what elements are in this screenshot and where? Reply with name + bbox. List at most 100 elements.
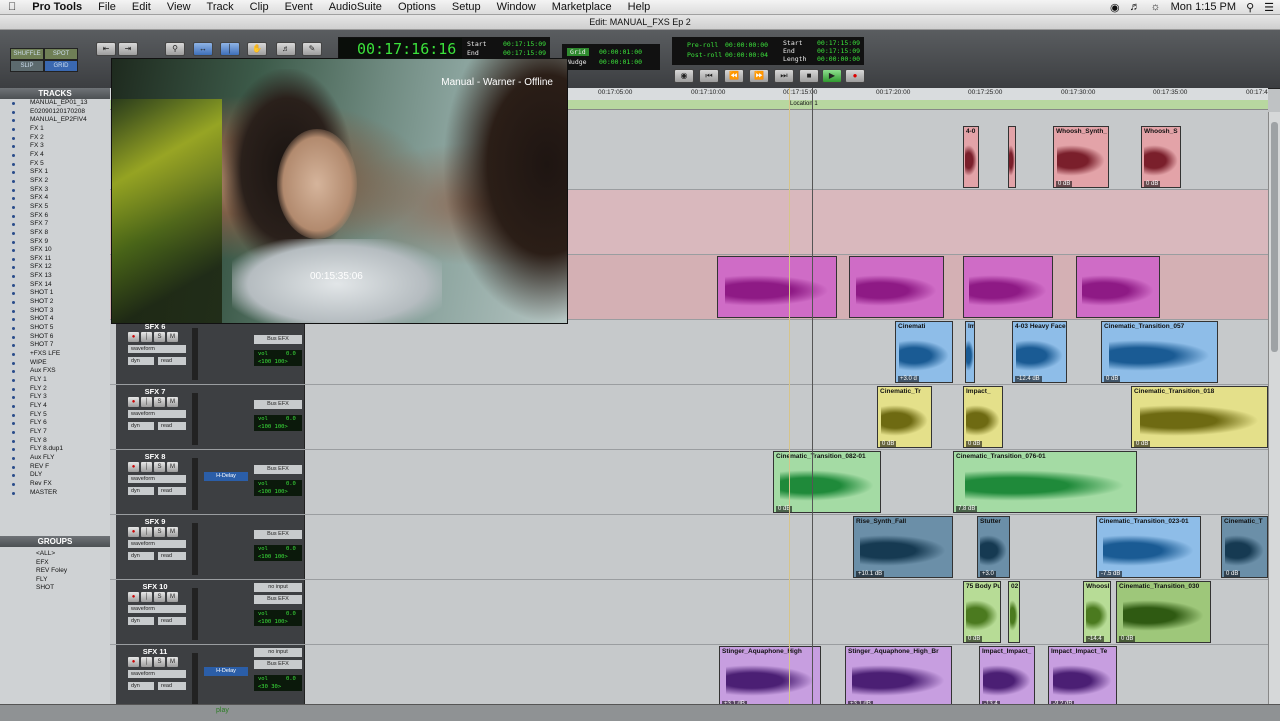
scrubber-tool-icon[interactable]: ♬ bbox=[276, 42, 296, 56]
track-list-item[interactable]: FLY 8 bbox=[0, 437, 110, 446]
solo-button[interactable]: S bbox=[154, 332, 165, 342]
mute-button[interactable]: M bbox=[167, 397, 178, 407]
audio-clip[interactable]: Rise_Synth_Fall +10.1 dB bbox=[853, 516, 953, 578]
solo-button[interactable]: S bbox=[154, 657, 165, 667]
menu-track[interactable]: Track bbox=[199, 1, 242, 13]
audio-clip[interactable]: Cinematic_Tr 0 dB bbox=[877, 386, 932, 448]
volume-icon[interactable]: ♬ bbox=[1130, 1, 1141, 13]
track-list-item[interactable]: SHOT 5 bbox=[0, 324, 110, 333]
track-list-item[interactable]: SFX 3 bbox=[0, 186, 110, 195]
rewind-icon[interactable]: ⏪ bbox=[724, 69, 744, 83]
audio-clip[interactable]: Cinematic_Transition_023-01 -7.5 dB bbox=[1096, 516, 1201, 578]
audio-clip[interactable]: Impact_Impact_Te -9.2 dB bbox=[1048, 646, 1117, 704]
play-icon[interactable]: ▶ bbox=[822, 69, 842, 83]
track-list-item[interactable]: FLY 2 bbox=[0, 385, 110, 394]
track-list-item[interactable]: +FXS LFE bbox=[0, 350, 110, 359]
trim-tool-icon[interactable]: ↔ bbox=[193, 42, 213, 56]
track-list-item[interactable]: Aux FXS bbox=[0, 367, 110, 376]
output-selector[interactable]: Bus EFX bbox=[254, 400, 302, 409]
output-selector[interactable]: Bus EFX bbox=[254, 660, 302, 669]
vertical-scrollbar[interactable] bbox=[1268, 112, 1280, 704]
volume-value[interactable]: 0.0 bbox=[286, 416, 296, 422]
scroll-thumb[interactable] bbox=[1271, 122, 1278, 352]
audio-clip[interactable]: Cinematic_Transition_076-01 7.8 dB bbox=[953, 451, 1137, 513]
group-list-item[interactable]: SHOT bbox=[0, 584, 110, 593]
track-list-item[interactable]: SFX 2 bbox=[0, 177, 110, 186]
input-monitor-icon[interactable]: │ bbox=[141, 657, 152, 667]
track-list-item[interactable]: SFX 6 bbox=[0, 212, 110, 221]
audio-clip[interactable]: Stutter +3.0 bbox=[977, 516, 1010, 578]
end-value[interactable]: 00:17:15:09 bbox=[503, 49, 546, 57]
track-list-item[interactable]: SFX 14 bbox=[0, 281, 110, 290]
input-selector[interactable]: no input bbox=[254, 648, 302, 657]
group-list-item[interactable]: EFX bbox=[0, 559, 110, 568]
audio-clip[interactable] bbox=[849, 256, 944, 318]
track-list-item[interactable]: SHOT 6 bbox=[0, 333, 110, 342]
audio-clip[interactable]: Whoosl -14.4 bbox=[1083, 581, 1111, 643]
output-selector[interactable]: Bus EFX bbox=[254, 335, 302, 344]
track-name[interactable]: SFX 8 bbox=[126, 452, 184, 461]
fast-forward-icon[interactable]: ⏩ bbox=[749, 69, 769, 83]
track-list-item[interactable]: E02090120170208 bbox=[0, 108, 110, 117]
pan-value[interactable]: <100 100> bbox=[258, 489, 288, 495]
track-list-item[interactable]: REV F bbox=[0, 463, 110, 472]
playlist-selector[interactable]: dyn bbox=[128, 617, 154, 625]
output-selector[interactable]: Bus EFX bbox=[254, 595, 302, 604]
track-list-item[interactable]: MASTER bbox=[0, 489, 110, 498]
volume-readout[interactable]: vol 0.0 <100 100> bbox=[254, 480, 302, 496]
audio-clip[interactable]: Whoosh_Synth_ 0 dB bbox=[1053, 126, 1109, 188]
zoom-out-icon[interactable]: ⇤ bbox=[96, 42, 116, 56]
audio-clip[interactable]: Cinemati +3.0 d bbox=[895, 321, 953, 383]
zoomer-tool-icon[interactable]: ⚲ bbox=[165, 42, 185, 56]
track-list-item[interactable]: MANUAL_EP2FIV4 bbox=[0, 116, 110, 125]
track-list-item[interactable]: FLY 3 bbox=[0, 393, 110, 402]
audio-clip[interactable] bbox=[1008, 126, 1016, 188]
audio-clip[interactable]: Stinger_Aquaphone_High_Br +3.1 dB bbox=[845, 646, 952, 704]
list-icon[interactable]: ☰ bbox=[1264, 1, 1274, 14]
audio-clip[interactable]: 02 bbox=[1008, 581, 1020, 643]
spot-mode-button[interactable]: SPOT bbox=[44, 48, 78, 60]
length-value[interactable]: 00:00:00:00 bbox=[817, 55, 860, 63]
insert-slot[interactable]: H-Delay bbox=[204, 472, 248, 481]
volume-value[interactable]: 0.0 bbox=[286, 481, 296, 487]
track-name[interactable]: SFX 10 bbox=[126, 582, 184, 591]
audio-clip[interactable] bbox=[1076, 256, 1160, 318]
go-to-end-icon[interactable]: ⏭ bbox=[774, 69, 794, 83]
wifi-icon[interactable]: ☼ bbox=[1151, 1, 1161, 13]
track-list-item[interactable]: Aux FLY bbox=[0, 454, 110, 463]
record-enable-icon[interactable]: ● bbox=[128, 332, 139, 342]
playlist-selector[interactable]: dyn bbox=[128, 487, 154, 495]
grabber-tool-icon[interactable]: ✋ bbox=[247, 42, 267, 56]
track-list-item[interactable]: FX 5 bbox=[0, 160, 110, 169]
start-value[interactable]: 00:17:15:09 bbox=[503, 40, 546, 48]
input-selector[interactable]: no input bbox=[254, 583, 302, 592]
track-list-item[interactable]: MANUAL_EP01_13 bbox=[0, 99, 110, 108]
postroll-label[interactable]: Post-roll bbox=[687, 51, 722, 59]
menu-window[interactable]: Window bbox=[489, 1, 544, 13]
volume-readout[interactable]: vol 0.0 <100 100> bbox=[254, 350, 302, 366]
audio-clip[interactable]: 75 Body Pu 0 dB bbox=[963, 581, 1001, 643]
menu-clip[interactable]: Clip bbox=[242, 1, 277, 13]
audio-clip[interactable]: Cinematic_Transition_018 0 dB bbox=[1131, 386, 1268, 448]
search-icon[interactable]: ⚲ bbox=[1246, 1, 1254, 14]
track-list-item[interactable]: SFX 5 bbox=[0, 203, 110, 212]
preroll-value[interactable]: 00:00:00:00 bbox=[725, 41, 768, 49]
menu-options[interactable]: Options bbox=[390, 1, 444, 13]
track-list-item[interactable]: SHOT 1 bbox=[0, 289, 110, 298]
menu-event[interactable]: Event bbox=[277, 1, 321, 13]
pan-value[interactable]: <100 100> bbox=[258, 619, 288, 625]
audio-clip[interactable]: Stinger_Aquaphone_High +3.1 dB bbox=[719, 646, 821, 704]
groups-header[interactable]: GROUPS bbox=[0, 536, 110, 547]
input-monitor-icon[interactable]: │ bbox=[141, 462, 152, 472]
output-selector[interactable]: Bus EFX bbox=[254, 465, 302, 474]
audio-clip[interactable]: Impact_ 0 dB bbox=[963, 386, 1003, 448]
mute-button[interactable]: M bbox=[167, 657, 178, 667]
audio-clip[interactable]: 4-03 Heavy Face -12.4 dB bbox=[1012, 321, 1067, 383]
preroll-label[interactable]: Pre-roll bbox=[687, 41, 718, 49]
record-enable-icon[interactable]: ● bbox=[128, 592, 139, 602]
tracks-header[interactable]: TRACKS bbox=[0, 88, 110, 99]
nudge-value[interactable]: 00:00:01:00 bbox=[599, 58, 642, 66]
nudge-label[interactable]: Nudge bbox=[567, 58, 587, 66]
sel-start-value[interactable]: 00:17:15:09 bbox=[817, 39, 860, 47]
track-list-item[interactable]: SFX 8 bbox=[0, 229, 110, 238]
